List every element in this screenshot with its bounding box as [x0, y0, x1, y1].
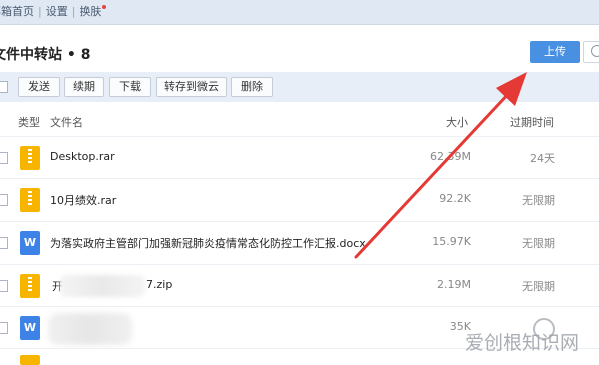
- table-row[interactable]: 开 7.zip 2.19M 无限期: [0, 264, 599, 307]
- more-options-button[interactable]: [583, 41, 599, 63]
- top-nav-links: 邮箱首页|设置|换肤: [0, 3, 107, 19]
- file-name[interactable]: Desktop.rar: [50, 150, 115, 163]
- notification-dot-icon: [102, 5, 107, 9]
- action-toolbar: 发送 续期 下载 转存到微云 删除: [0, 72, 599, 102]
- delete-button[interactable]: 删除: [231, 77, 273, 97]
- save-to-weiyun-button[interactable]: 转存到微云: [156, 77, 227, 97]
- zip-file-icon: [20, 274, 40, 298]
- upload-button[interactable]: 上传: [530, 41, 580, 63]
- zip-file-icon: [20, 188, 40, 212]
- file-name[interactable]: 10月绩效.rar: [50, 192, 116, 208]
- file-expiry: 无限期: [522, 194, 555, 207]
- zip-file-icon: [20, 146, 40, 170]
- word-doc-icon: W: [20, 231, 40, 255]
- send-button[interactable]: 发送: [18, 77, 60, 97]
- column-type[interactable]: 类型: [18, 114, 40, 130]
- file-size: 2.19M: [437, 278, 471, 291]
- renew-button[interactable]: 续期: [64, 77, 104, 97]
- file-name[interactable]: 7.zip: [146, 278, 172, 291]
- word-doc-icon: W: [20, 316, 40, 340]
- skin-link[interactable]: 换肤: [79, 3, 101, 19]
- table-row[interactable]: 10月绩效.rar 92.2K 无限期: [0, 178, 599, 221]
- page-title: 文件中转站 • 8: [0, 47, 91, 63]
- download-button[interactable]: 下载: [109, 77, 151, 97]
- table-header: 类型 文件名 大小 过期时间: [0, 110, 599, 134]
- row-checkbox[interactable]: [0, 322, 8, 334]
- zip-file-icon: [20, 355, 40, 365]
- column-expiry[interactable]: 过期时间: [510, 114, 554, 130]
- table-row[interactable]: W 为落实政府主管部门加强新冠肺炎疫情常态化防控工作汇报.docx 15.97K…: [0, 221, 599, 264]
- mailbox-home-link[interactable]: 邮箱首页: [0, 3, 34, 19]
- file-size: 62.39M: [430, 150, 471, 163]
- settings-link[interactable]: 设置: [46, 3, 68, 19]
- row-checkbox[interactable]: [0, 194, 8, 206]
- column-filename[interactable]: 文件名: [50, 114, 83, 130]
- file-expiry: 无限期: [522, 237, 555, 250]
- row-checkbox[interactable]: [0, 152, 8, 164]
- search-icon: [591, 45, 599, 57]
- top-navigation-bar: 邮箱首页|设置|换肤: [0, 0, 599, 25]
- redaction-blur: [60, 275, 145, 297]
- table-row[interactable]: Desktop.rar 62.39M 24天: [0, 136, 599, 179]
- file-size: 15.97K: [432, 235, 471, 248]
- nav-separator: |: [38, 5, 42, 18]
- row-checkbox[interactable]: [0, 237, 8, 249]
- file-expiry: 无限期: [522, 280, 555, 293]
- nav-separator: |: [71, 5, 76, 18]
- column-size[interactable]: 大小: [446, 114, 468, 130]
- watermark-text: 爱创根知识网: [465, 332, 580, 354]
- file-size: 92.2K: [439, 192, 471, 205]
- file-expiry: 24天: [530, 152, 555, 165]
- row-checkbox[interactable]: [0, 280, 8, 292]
- file-name[interactable]: 为落实政府主管部门加强新冠肺炎疫情常态化防控工作汇报.docx: [50, 235, 366, 251]
- select-all-checkbox[interactable]: [0, 81, 8, 93]
- redaction-blur: [48, 313, 132, 345]
